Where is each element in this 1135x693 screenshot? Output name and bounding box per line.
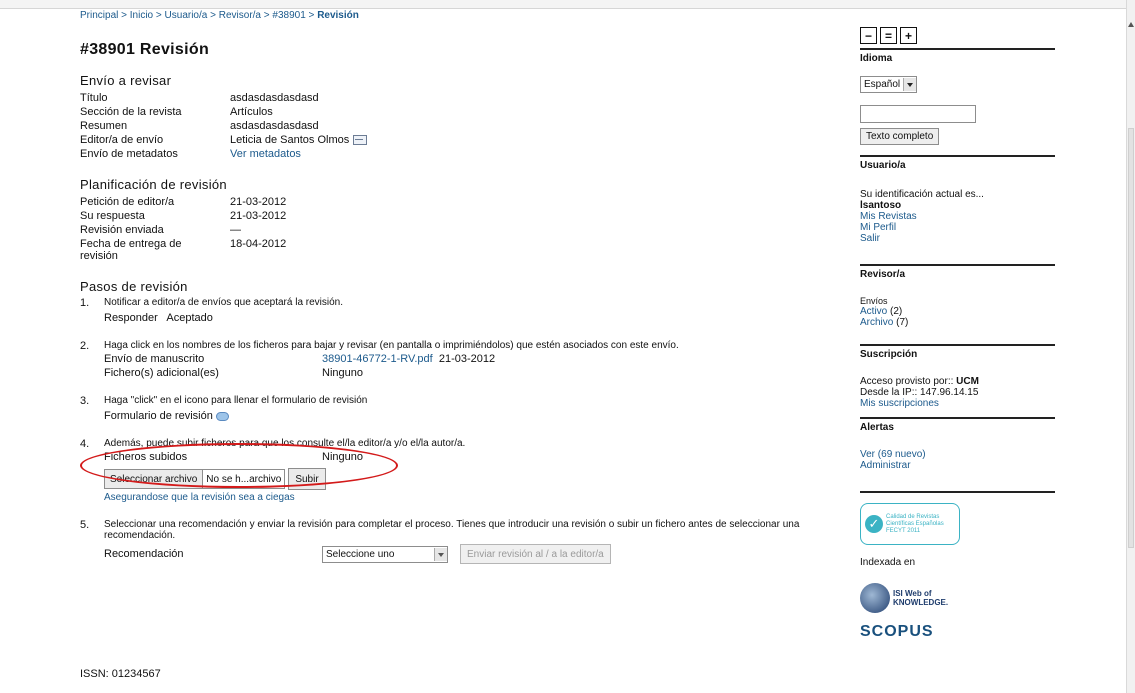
envio-heading: Envío a revisar: [80, 73, 172, 88]
step-4: 4. Además, puede subir ficheros para que…: [80, 438, 820, 503]
table-row: Petición de editor/a 21-03-2012: [80, 196, 287, 208]
review-form-row: Formulario de revisión: [104, 410, 820, 422]
calidad-fecyt-logo[interactable]: ✓ Calidad de Revistas Científicas Español…: [860, 503, 960, 545]
breadcrumb-principal[interactable]: Principal: [80, 10, 118, 21]
isi-web-of-knowledge-logo[interactable]: ISI Web of KNOWLEDGE.: [860, 583, 1055, 613]
planificacion-heading: Planificación de revisión: [80, 177, 227, 192]
breadcrumb-submission[interactable]: #38901: [272, 10, 305, 21]
pasos-heading: Pasos de revisión: [80, 279, 188, 294]
scopus-logo[interactable]: SCOPUS: [860, 623, 1055, 641]
username: lsantoso: [860, 200, 902, 211]
table-row: Título asdasdasdasdasd: [80, 92, 319, 104]
upload-button[interactable]: Subir: [288, 468, 326, 490]
issn: ISSN: 01234567: [80, 668, 161, 680]
step-5-text: Seleccionar una recomendación y enviar l…: [104, 519, 800, 541]
step-4-text: Además, puede subir ficheros para que lo…: [104, 438, 466, 449]
additional-files-row: Fichero(s) adicional(es) Ninguno: [104, 367, 363, 379]
step-1-response: Responder Aceptado: [104, 312, 213, 324]
table-row: Resumen asdasdasdasdasd: [80, 120, 319, 132]
send-review-button[interactable]: Enviar revisión al / a la editor/a: [460, 544, 611, 564]
uploaded-files-row: Ficheros subidos Ninguno: [104, 451, 363, 463]
step-1: 1. Notificar a editor/a de envíos que ac…: [80, 297, 820, 324]
revisor-block: Revisor/a Envíos Activo (2) Archivo (7): [860, 264, 1055, 328]
activo-link[interactable]: Activo: [860, 306, 887, 317]
ver-alertas-link[interactable]: Ver: [860, 449, 875, 460]
envio-section: Envío a revisar Título asdasdasdasdasd Se…: [80, 73, 820, 161]
mis-suscripciones-link[interactable]: Mis suscripciones: [860, 398, 939, 409]
breadcrumb-current: Revisión: [317, 10, 359, 21]
logos-block: ✓ Calidad de Revistas Científicas Español…: [860, 491, 1055, 641]
page-title: #38901 Revisión: [80, 41, 210, 58]
breadcrumb-revisor[interactable]: Revisor/a: [219, 10, 261, 21]
ver-metadatos-link[interactable]: Ver metadatos: [230, 148, 301, 160]
step-1-text: Notificar a editor/a de envíos que acept…: [104, 297, 344, 308]
scroll-thumb[interactable]: [1128, 128, 1134, 548]
choose-file-button[interactable]: Seleccionar archivo: [105, 470, 204, 488]
table-row: Fecha de entrega de revisión 18-04-2012: [80, 238, 287, 262]
usuario-block: Usuario/a Su identificación actual es...…: [860, 155, 1055, 244]
upload-row: Seleccionar archivo No se h...archivo Su…: [104, 468, 820, 490]
usuario-title: Usuario/a: [860, 160, 906, 171]
blind-review-link[interactable]: Asegurandose que la revisión sea a ciega…: [104, 492, 295, 503]
idioma-title: Idioma: [860, 53, 893, 64]
planificacion-section: Planificación de revisión Petición de ed…: [80, 177, 820, 263]
step-3: 3. Haga "click" en el icono para llenar …: [80, 395, 820, 422]
main-content: Principal > Inicio > Usuario/a > Revisor…: [80, 10, 820, 580]
indexada-label: Indexada en: [860, 557, 916, 568]
step-3-text: Haga "click" en el icono para llenar el …: [104, 395, 368, 406]
manuscript-row: Envío de manuscrito 38901-46772-1-RV.pdf …: [104, 353, 496, 365]
top-border: [0, 0, 1127, 9]
planificacion-table: Petición de editor/a 21-03-2012 Su respue…: [80, 195, 286, 263]
breadcrumb-inicio[interactable]: Inicio: [130, 10, 153, 21]
mi-perfil-link[interactable]: Mi Perfil: [860, 222, 896, 233]
mis-revistas-link[interactable]: Mis Revistas: [860, 211, 917, 222]
table-row: Sección de la revista Artículos: [80, 106, 273, 118]
step-2-text: Haga click en los nombres de los fichero…: [104, 340, 679, 351]
email-envelope-icon[interactable]: [353, 135, 368, 146]
alertas-title: Alertas: [860, 422, 894, 433]
salir-link[interactable]: Salir: [860, 233, 880, 244]
administrar-link[interactable]: Administrar: [860, 460, 911, 471]
vertical-scrollbar[interactable]: [1126, 0, 1135, 693]
recommendation-row: Recomendación Seleccione uno Enviar revi…: [104, 544, 820, 564]
alertas-block: Alertas Ver (69 nuevo) Administrar: [860, 417, 1055, 471]
font-size-controls: − = +: [860, 27, 1055, 44]
font-decrease-button[interactable]: −: [860, 27, 877, 44]
envio-table: Título asdasdasdasdasd Sección de la revi…: [80, 91, 368, 161]
chevron-down-icon[interactable]: [434, 547, 447, 561]
archivo-link[interactable]: Archivo: [860, 317, 893, 328]
sidebar: − = + Idioma Español Texto completo Usua…: [860, 27, 1055, 641]
scroll-up-arrow-icon[interactable]: [1128, 22, 1134, 27]
steps-list: 1. Notificar a editor/a de envíos que ac…: [80, 297, 820, 564]
table-row: Envío de metadatos Ver metadatos: [80, 148, 301, 160]
idioma-block: Idioma Español Texto completo: [860, 48, 1055, 145]
no-file-text: No se h...archivo: [206, 473, 282, 485]
search-input[interactable]: [860, 105, 976, 123]
editor-name: Leticia de Santos Olmos: [230, 134, 350, 146]
table-row: Su respuesta 21-03-2012: [80, 210, 287, 222]
suscripcion-block: Suscripción Acceso provisto por:: UCM De…: [860, 344, 1055, 409]
language-select[interactable]: Español: [860, 76, 918, 93]
font-increase-button[interactable]: +: [900, 27, 917, 44]
globe-icon: [860, 583, 890, 613]
font-default-button[interactable]: =: [880, 27, 897, 44]
suscripcion-title: Suscripción: [860, 349, 918, 360]
chevron-down-icon[interactable]: [903, 78, 917, 91]
checkmark-icon: ✓: [865, 515, 883, 533]
manuscript-file-link[interactable]: 38901-46772-1-RV.pdf: [322, 353, 433, 365]
table-row: Revisión enviada —: [80, 224, 241, 236]
recommendation-select[interactable]: Seleccione uno: [322, 545, 448, 563]
ver-alertas-count[interactable]: (69 nuevo): [878, 449, 926, 460]
file-input[interactable]: Seleccionar archivo No se h...archivo: [104, 469, 286, 489]
breadcrumb-usuario[interactable]: Usuario/a: [165, 10, 208, 21]
pasos-section: Pasos de revisión 1. Notificar a editor/…: [80, 279, 820, 564]
table-row: Editor/a de envío Leticia de Santos Olmos: [80, 133, 368, 147]
revisor-title: Revisor/a: [860, 269, 906, 280]
breadcrumb: Principal > Inicio > Usuario/a > Revisor…: [80, 10, 359, 21]
step-2: 2. Haga click en los nombres de los fich…: [80, 340, 820, 379]
speech-bubble-icon[interactable]: [215, 411, 229, 421]
step-5: 5. Seleccionar una recomendación y envia…: [80, 519, 820, 564]
full-text-button[interactable]: Texto completo: [860, 128, 940, 145]
